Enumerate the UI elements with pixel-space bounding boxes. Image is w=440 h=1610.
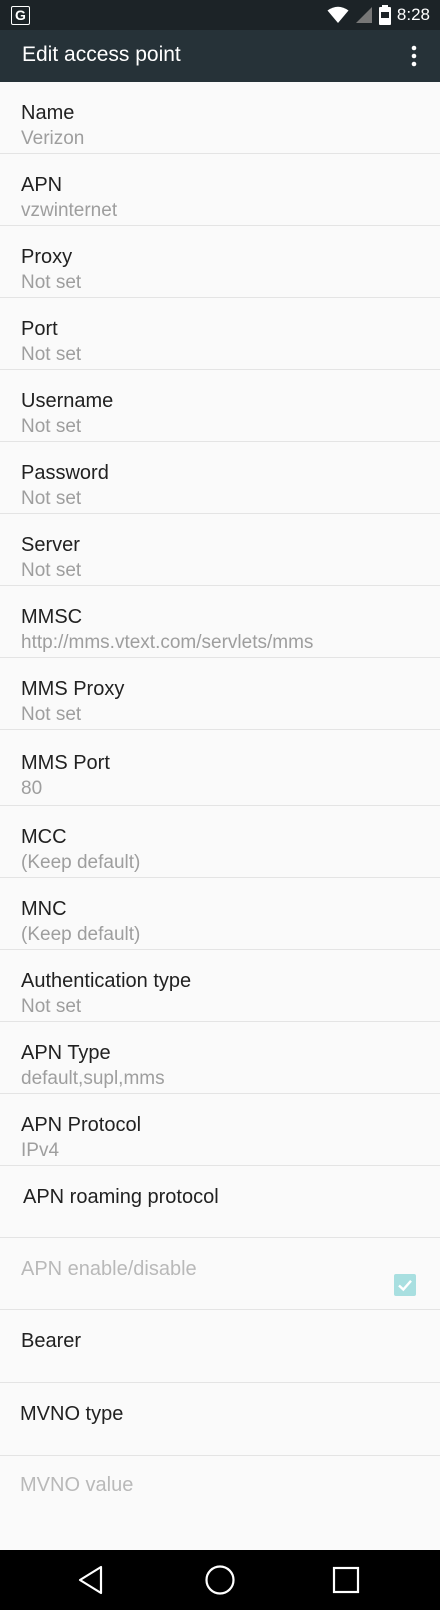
pref-mvno-type[interactable]: MVNO type — [0, 1383, 440, 1456]
pref-apn-type[interactable]: APN Type default,supl,mms — [0, 1022, 440, 1094]
pref-title: MVNO value — [20, 1474, 134, 1496]
pref-summary: Not set — [21, 704, 82, 725]
pref-port[interactable]: Port Not set — [0, 298, 440, 370]
more-options-icon[interactable] — [396, 38, 432, 74]
pref-title: MMS Port — [21, 752, 110, 774]
pref-username[interactable]: Username Not set — [0, 370, 440, 442]
pref-apn-protocol[interactable]: APN Protocol IPv4 — [0, 1094, 440, 1166]
pref-proxy[interactable]: Proxy Not set — [0, 226, 440, 298]
pref-server[interactable]: Server Not set — [0, 514, 440, 586]
pref-title: MCC — [21, 826, 67, 848]
pref-summary: 80 — [21, 778, 43, 799]
pref-mms-port[interactable]: MMS Port 80 — [0, 730, 440, 806]
pref-summary: Not set — [21, 488, 82, 509]
pref-summary: Not set — [21, 272, 82, 293]
battery-icon — [378, 5, 391, 25]
status-bar: G 8:28 — [0, 0, 440, 30]
pref-title: Proxy — [21, 246, 73, 268]
apn-enable-checkbox — [394, 1274, 416, 1296]
pref-title: APN Protocol — [21, 1114, 142, 1136]
pref-summary: Not set — [21, 416, 82, 437]
preference-list: Name Verizon APN vzwinternet Proxy Not s… — [0, 82, 440, 1539]
notification-g-icon: G — [11, 6, 30, 25]
pref-summary: Verizon — [21, 128, 85, 149]
cell-signal-icon — [355, 7, 372, 23]
page-title: Edit access point — [22, 43, 181, 66]
pref-title: MMS Proxy — [21, 678, 125, 700]
pref-title: APN Type — [21, 1042, 111, 1064]
pref-mvno-value: MVNO value — [0, 1456, 440, 1539]
pref-apn-enable-disable: APN enable/disable — [0, 1238, 440, 1310]
pref-mnc[interactable]: MNC (Keep default) — [0, 878, 440, 950]
pref-summary: vzwinternet — [21, 200, 118, 221]
pref-title: MNC — [21, 898, 67, 920]
pref-summary: Not set — [21, 996, 82, 1017]
pref-title: Password — [21, 462, 109, 484]
navigation-bar — [0, 1550, 440, 1610]
wifi-icon — [327, 6, 349, 23]
pref-summary: Not set — [21, 560, 82, 581]
pref-title: Authentication type — [21, 970, 192, 992]
pref-mms-proxy[interactable]: MMS Proxy Not set — [0, 658, 440, 730]
recent-apps-icon[interactable] — [326, 1560, 366, 1600]
pref-mcc[interactable]: MCC (Keep default) — [0, 806, 440, 878]
pref-summary: (Keep default) — [21, 924, 141, 945]
pref-summary: IPv4 — [21, 1140, 60, 1161]
pref-title: MMSC — [21, 606, 83, 628]
pref-name[interactable]: Name Verizon — [0, 82, 440, 154]
pref-title: Name — [21, 102, 75, 124]
back-icon[interactable] — [72, 1560, 112, 1600]
app-bar: Edit access point — [0, 30, 440, 82]
pref-summary: http://mms.vtext.com/servlets/mms — [21, 632, 314, 653]
pref-title: Server — [21, 534, 80, 556]
pref-title: APN enable/disable — [21, 1258, 197, 1280]
clock: 8:28 — [396, 5, 430, 24]
pref-title: Username — [21, 390, 114, 412]
pref-title: APN roaming protocol — [23, 1186, 219, 1208]
pref-authentication-type[interactable]: Authentication type Not set — [0, 950, 440, 1022]
pref-bearer[interactable]: Bearer — [0, 1310, 440, 1383]
home-icon[interactable] — [200, 1560, 240, 1600]
pref-title: MVNO type — [20, 1403, 124, 1425]
pref-summary: Not set — [21, 344, 82, 365]
pref-apn-roaming-protocol[interactable]: APN roaming protocol — [0, 1166, 440, 1238]
pref-mmsc[interactable]: MMSC http://mms.vtext.com/servlets/mms — [0, 586, 440, 658]
pref-title: APN — [21, 174, 63, 196]
pref-password[interactable]: Password Not set — [0, 442, 440, 514]
pref-title: Bearer — [21, 1330, 82, 1352]
pref-summary: (Keep default) — [21, 852, 141, 873]
pref-apn[interactable]: APN vzwinternet — [0, 154, 440, 226]
pref-summary: default,supl,mms — [21, 1068, 165, 1089]
pref-title: Port — [21, 318, 58, 340]
